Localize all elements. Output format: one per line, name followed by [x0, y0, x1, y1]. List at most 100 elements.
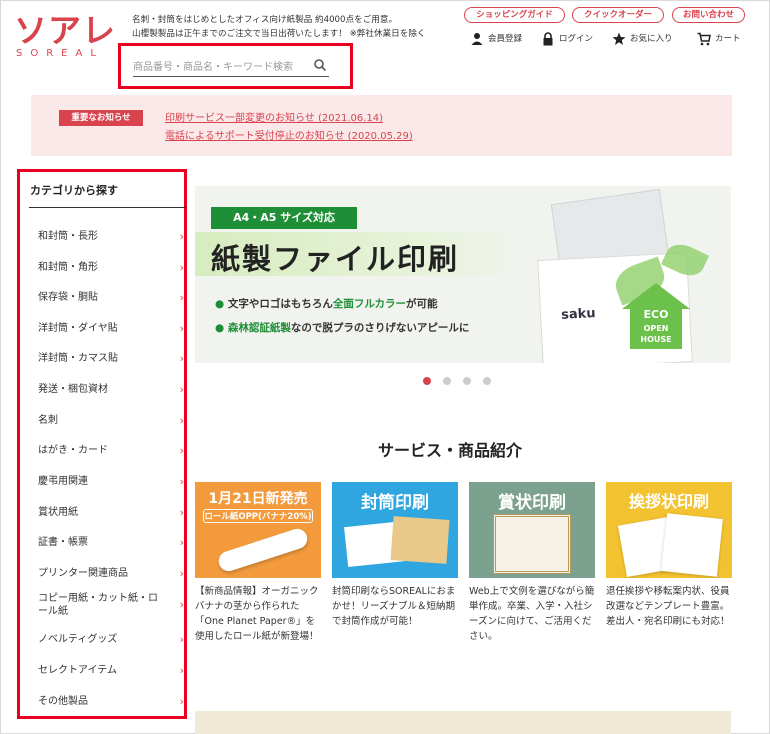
chevron-right-icon: › — [179, 633, 184, 646]
certificate-shape — [493, 514, 571, 574]
bullet-dot-icon: ● — [215, 298, 228, 310]
bullet-text: 文字やロゴはもちろん — [227, 298, 333, 310]
sidebar-item-label: はがき・カード — [38, 445, 108, 456]
roll-paper-shape — [216, 526, 310, 574]
carousel-dot[interactable] — [423, 377, 431, 385]
card-image[interactable]: 賞状印刷 — [469, 482, 595, 578]
search-box-highlight — [118, 43, 353, 89]
quick-order-button[interactable]: クイックオーダー — [572, 7, 664, 23]
product-card[interactable]: 1月21日新発売 ロール紙OPP(バナナ20%) 【新商品情報】オーガニックバナ… — [195, 482, 321, 644]
card-image-heading: 挨拶状印刷 — [628, 492, 709, 511]
sidebar-item-label: 保存袋・胴貼 — [38, 292, 98, 303]
chevron-right-icon: › — [179, 291, 184, 304]
sidebar-item[interactable]: はがき・カード › — [38, 444, 184, 457]
favorites-label: お気に入り — [630, 34, 673, 44]
login-link[interactable]: ログイン — [541, 30, 593, 48]
carousel-dot[interactable] — [463, 377, 471, 385]
product-card[interactable]: 挨拶状印刷 退任挨拶や移転案内状、役員改選などテンプレート豊富。差出人・宛名印刷… — [606, 482, 732, 629]
chevron-right-icon: › — [179, 414, 184, 427]
sidebar-item[interactable]: 洋封筒・カマス貼 › — [38, 352, 184, 365]
hero-banner[interactable]: saku ECO OPEN HOUSE A4・A5 サイズ対応 紙製ファイル印刷… — [195, 186, 731, 363]
card-image-heading: 1月21日新発売 — [208, 491, 308, 507]
sidebar-item[interactable]: 保存袋・胴貼 › — [38, 291, 184, 304]
card-image[interactable]: 1月21日新発売 ロール紙OPP(バナナ20%) — [195, 482, 321, 578]
sidebar-item[interactable]: 洋封筒・ダイヤ貼 › — [38, 322, 184, 335]
sidebar-item-label: 慶弔用関連 — [38, 476, 88, 487]
banner-bullet: ● 文字やロゴはもちろん全面フルカラーが可能 — [215, 296, 438, 311]
banner-bullet: ● 森林認証紙製なので脱プラのさりげないアピールに — [215, 320, 469, 335]
card-description: 封筒印刷ならSOREALにおまかせ！リーズナブル＆短納期で封筒作成が可能！ — [332, 586, 456, 627]
carousel-dot[interactable] — [483, 377, 491, 385]
login-label: ログイン — [559, 34, 594, 44]
sidebar-item[interactable]: 慶弔用関連 › — [38, 475, 184, 488]
sidebar-title: カテゴリから探す — [30, 184, 118, 197]
sidebar-item-label: 証書・帳票 — [38, 537, 88, 548]
card-image-heading: 封筒印刷 — [361, 493, 429, 513]
notice-badge: 重要なお知らせ — [59, 110, 143, 126]
eco-text: ECO — [644, 308, 669, 321]
sidebar-item-label: 洋封筒・カマス貼 — [38, 353, 118, 364]
cart-icon — [697, 32, 711, 46]
carousel-dots — [423, 377, 491, 385]
sidebar-item[interactable]: 和封筒・角形 › — [38, 261, 184, 274]
contact-button[interactable]: お問い合わせ — [672, 7, 745, 23]
card-description: 退任挨拶や移転案内状、役員改選などテンプレート豊富。差出人・宛名印刷にも対応！ — [606, 586, 730, 627]
card-image[interactable]: 挨拶状印刷 — [606, 482, 732, 578]
sidebar-item[interactable]: セレクトアイテム › — [38, 664, 184, 677]
sidebar-item[interactable]: 賞状用紙 › — [38, 506, 184, 519]
sidebar-item-label: 名刺 — [38, 415, 58, 426]
sidebar-item[interactable]: プリンター関連商品 › — [38, 567, 184, 580]
eco-text: HOUSE — [640, 335, 671, 344]
cart-link[interactable]: カート — [697, 30, 741, 48]
product-card[interactable]: 封筒印刷 封筒印刷ならSOREALにおまかせ！リーズナブル＆短納期で封筒作成が可… — [332, 482, 458, 629]
shopping-guide-button[interactable]: ショッピングガイド — [464, 7, 565, 23]
sidebar-item-label: プリンター関連商品 — [38, 568, 128, 579]
bullet-highlight: 全面フルカラー — [332, 298, 407, 310]
tagline-line-1: 名刺・封筒をはじめとしたオフィス向け紙製品 約4000点をご用意。 — [132, 15, 398, 25]
lock-icon — [543, 32, 553, 46]
section-title: サービス・商品紹介 — [378, 441, 523, 460]
bullet-highlight: 森林認証紙製 — [227, 322, 291, 334]
logo-mark: ソアレ — [14, 11, 116, 50]
chevron-right-icon: › — [179, 444, 184, 457]
eco-text: OPEN — [644, 324, 669, 333]
category-sidebar: カテゴリから探す 和封筒・長形 › 和封筒・角形 › 保存袋・胴貼 › 洋封筒・ダイヤ… — [17, 169, 187, 719]
chevron-right-icon: › — [179, 536, 184, 549]
notice-link[interactable]: 印刷サービス一部変更のお知らせ (2021.06.14) — [165, 109, 383, 124]
search-input[interactable] — [133, 57, 303, 78]
sidebar-item[interactable]: 名刺 › — [38, 414, 184, 427]
banner-size-tag: A4・A5 サイズ対応 — [211, 207, 357, 229]
register-link[interactable]: 会員登録 — [470, 30, 522, 48]
search-icon[interactable] — [313, 58, 327, 72]
sidebar-item[interactable]: 発送・梱包資材 › — [38, 383, 184, 396]
sidebar-item-label: 洋封筒・ダイヤ貼 — [38, 323, 118, 334]
site-logo[interactable]: ソアレ SOREAL — [14, 14, 124, 64]
favorites-link[interactable]: お気に入り — [612, 30, 673, 48]
card-image[interactable]: 封筒印刷 — [332, 482, 458, 578]
sidebar-item-label: コピー用紙・カット紙・ロール紙 — [38, 593, 158, 617]
chevron-right-icon: › — [179, 230, 184, 243]
sidebar-item[interactable]: その他製品 › — [38, 695, 184, 708]
site-tagline: 名刺・封筒をはじめとしたオフィス向け紙製品 約4000点をご用意。 山櫻製製品は… — [132, 13, 426, 41]
chevron-right-icon: › — [179, 567, 184, 580]
sidebar-item[interactable]: ノベルティグッズ › — [38, 633, 184, 646]
chevron-right-icon: › — [179, 598, 184, 611]
chevron-right-icon: › — [179, 475, 184, 488]
carousel-dot[interactable] — [443, 377, 451, 385]
sidebar-item[interactable]: 和封筒・長形 › — [38, 230, 184, 243]
sidebar-item[interactable]: コピー用紙・カット紙・ロール紙 › — [38, 592, 184, 618]
sidebar-item-label: 賞状用紙 — [38, 507, 78, 518]
chevron-right-icon: › — [179, 506, 184, 519]
bullet-dot-icon: ● — [215, 322, 228, 334]
bullet-text: なので脱プラのさりげないアピールに — [290, 322, 470, 334]
notice-link[interactable]: 電話によるサポート受付停止のお知らせ (2020.05.29) — [165, 127, 413, 142]
important-notice: 重要なお知らせ 印刷サービス一部変更のお知らせ (2021.06.14) 電話に… — [31, 95, 732, 156]
sidebar-item[interactable]: 証書・帳票 › — [38, 536, 184, 549]
card-image-subheading: ロール紙OPP(バナナ20%) — [203, 509, 313, 523]
product-card[interactable]: 賞状印刷 Web上で文例を選びながら簡単作成。卒業、入学・入社シーズンに向けて、… — [469, 482, 595, 644]
sidebar-item-label: 発送・梱包資材 — [38, 384, 108, 395]
chevron-right-icon: › — [179, 261, 184, 274]
banner-paper-logo: saku — [560, 306, 596, 323]
chevron-right-icon: › — [179, 383, 184, 396]
envelope-shape — [390, 516, 450, 564]
